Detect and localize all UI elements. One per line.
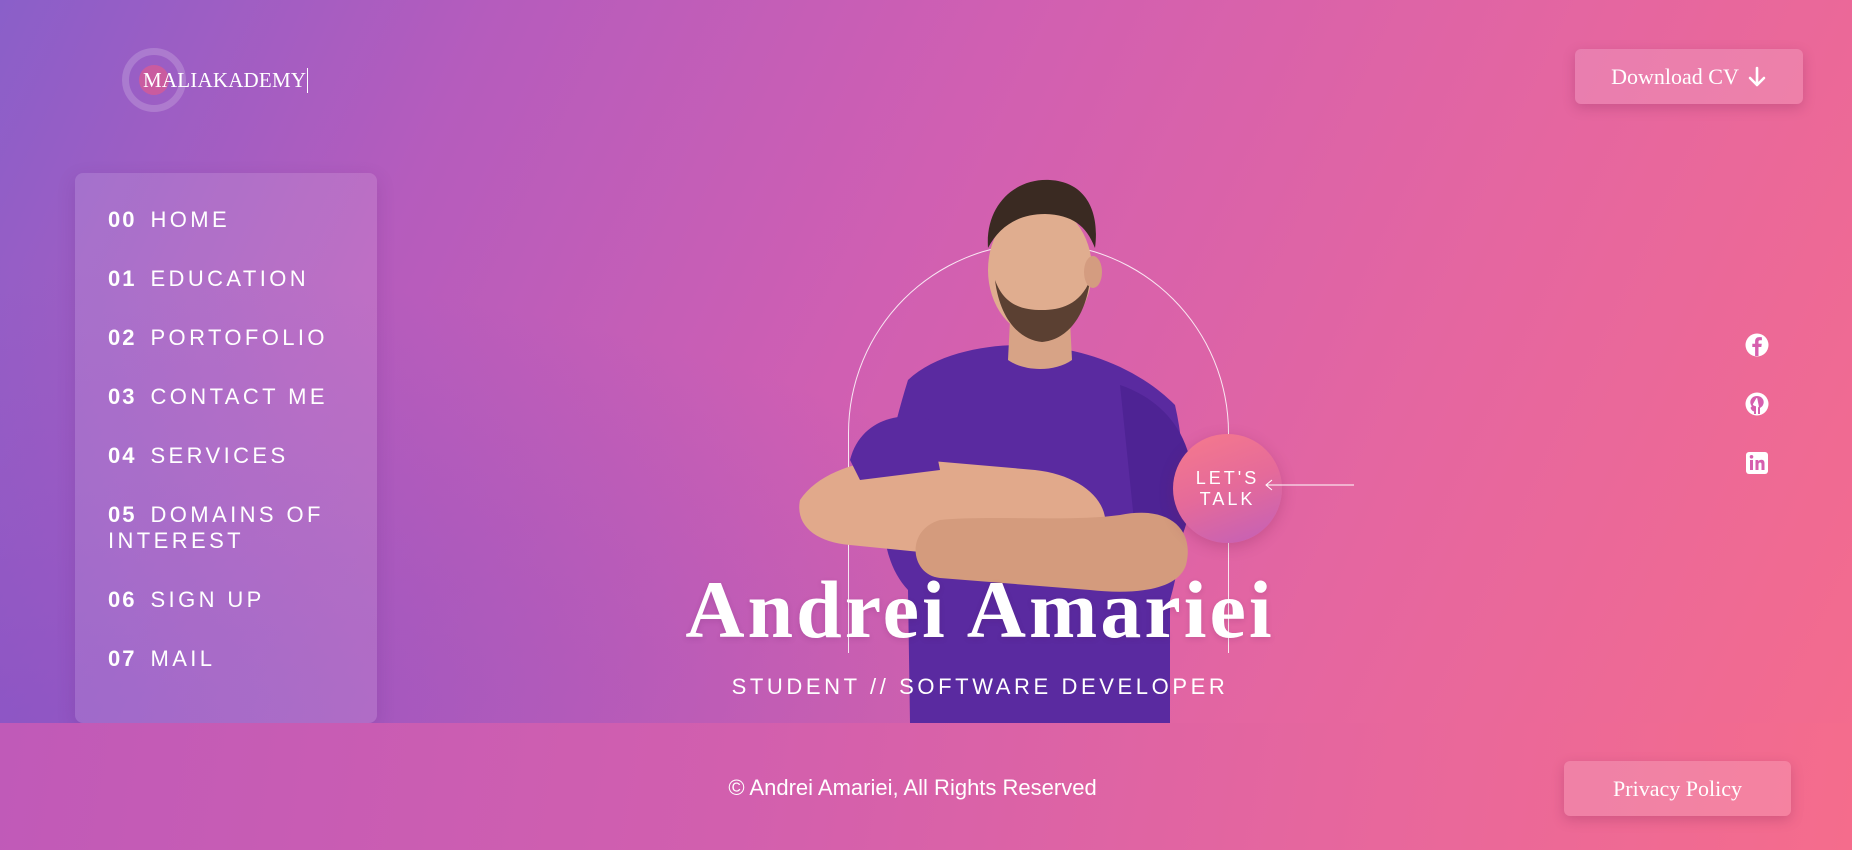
linkedin-icon[interactable] [1744,450,1770,476]
hero-name: Andrei Amariei [685,564,1275,655]
nav-item-label: HOME [150,207,231,232]
copyright-text: © Andrei Amariei, All Rights Reserved [728,775,1097,800]
privacy-policy-label: Privacy Policy [1613,775,1742,801]
arrow-down-icon [1748,66,1766,86]
footer: © Andrei Amariei, All Rights Reserved Pr… [0,723,1852,850]
nav-item-number: 04 [108,443,137,468]
nav-item-number: 00 [108,207,137,232]
hero-section: MALIAKADEMY Download CV 00 HOME 01 EDUCATI… [0,0,1852,723]
nav-item-label: EDUCATION [150,266,310,291]
nav-item-education[interactable]: 01 EDUCATION [108,266,358,292]
nav-item-label: CONTACT ME [150,384,328,409]
nav-item-services[interactable]: 04 SERVICES [108,443,358,469]
hero-subtitle: STUDENT // SOFTWARE DEVELOPER [731,674,1229,699]
nav-item-home[interactable]: 00 HOME [108,207,358,233]
nav-item-domains-of-interest[interactable]: 05 DOMAINS OF INTEREST [108,502,358,554]
download-cv-button[interactable]: Download CV [1575,49,1803,104]
facebook-icon[interactable] [1744,332,1770,358]
privacy-policy-button[interactable]: Privacy Policy [1564,761,1791,816]
logo[interactable]: MALIAKADEMY [122,48,309,112]
lets-talk-line2: TALK [1199,488,1256,509]
nav-item-label: DOMAINS OF INTEREST [108,502,324,553]
nav-item-label: SERVICES [150,443,289,468]
nav-item-number: 01 [108,266,137,291]
nav-item-label: PORTOFOLIO [150,325,328,350]
nav-item-portofolio[interactable]: 02 PORTOFOLIO [108,325,358,351]
arrow-left-icon [1265,479,1354,491]
nav-item-contact-me[interactable]: 03 CONTACT ME [108,384,358,410]
download-cv-label: Download CV [1611,63,1739,89]
nav-item-number: 02 [108,325,137,350]
nav-item-number: 05 [108,502,137,527]
nav-item-number: 03 [108,384,137,409]
github-icon[interactable] [1744,391,1770,417]
logo-text: MALIAKADEMY [143,67,309,93]
lets-talk-line1: LET'S [1195,467,1260,488]
